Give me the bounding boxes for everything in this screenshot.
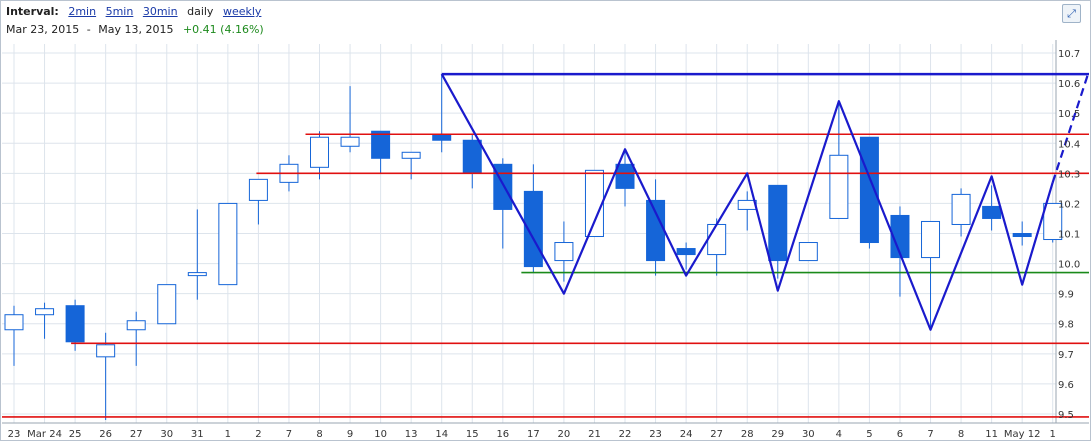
candle-body-20: [615, 163, 635, 189]
x-tick-label-8: 2: [255, 429, 261, 440]
y-tick-label-2: 9.7: [1058, 350, 1074, 361]
candle-body-11: [340, 136, 360, 147]
candle-body-1: [35, 308, 55, 316]
x-tick-label-20: 22: [619, 429, 632, 440]
x-tick-label-1: Mar 24: [27, 429, 62, 440]
x-tick-label-26: 30: [802, 429, 815, 440]
x-tick-label-22: 24: [680, 429, 693, 440]
x-tick-label-27: 4: [836, 429, 842, 440]
x-tick-label-19: 21: [588, 429, 601, 440]
y-tick-label-5: 10.0: [1058, 260, 1080, 271]
candle-body-10: [310, 136, 330, 168]
x-tick-label-30: 7: [927, 429, 933, 440]
candle-body-19: [584, 169, 604, 238]
x-tick-label-32: 11: [985, 429, 998, 440]
candle-body-4: [126, 320, 146, 331]
x-tick-label-25: 29: [771, 429, 784, 440]
x-tick-label-29: 6: [897, 429, 903, 440]
x-tick-label-5: 30: [160, 429, 173, 440]
y-tick-label-4: 9.9: [1058, 290, 1074, 301]
candle-body-7: [218, 202, 238, 286]
y-tick-label-12: 10.7: [1058, 49, 1080, 60]
x-tick-label-4: 27: [130, 429, 143, 440]
candle-body-22: [676, 248, 696, 256]
candle-body-5: [157, 284, 177, 325]
y-tick-label-0: 9.5: [1058, 410, 1074, 421]
candle-body-8: [248, 178, 268, 201]
y-tick-label-7: 10.2: [1058, 199, 1080, 210]
pattern-extension: [1051, 73, 1090, 183]
candle-body-26: [798, 242, 818, 262]
candle-body-32: [982, 205, 1002, 219]
x-tick-label-12: 10: [374, 429, 387, 440]
x-tick-label-11: 9: [347, 429, 353, 440]
x-tick-label-31: 8: [958, 429, 964, 440]
x-tick-label-16: 16: [496, 429, 509, 440]
candlestick-chart: 9.5 9.6 9.7 9.8 9.9 10.0 10.1 10.2 10.3 10.4 10.5 1…: [2, 40, 1090, 440]
candle-body-27: [829, 154, 849, 219]
y-tick-label-8: 10.3: [1058, 169, 1080, 180]
candle-body-2: [65, 305, 85, 343]
x-tick-label-18: 20: [558, 429, 571, 440]
candle-body-23: [707, 223, 727, 256]
x-tick-label-13: 13: [405, 429, 418, 440]
candle-body-0: [4, 314, 24, 331]
x-tick-label-10: 8: [316, 429, 322, 440]
x-tick-label-24: 28: [741, 429, 754, 440]
candle-body-31: [951, 193, 971, 225]
candle-body-21: [646, 199, 666, 262]
y-tick-label-6: 10.1: [1058, 230, 1080, 241]
y-tick-label-10: 10.5: [1058, 109, 1080, 120]
x-tick-label-17: 17: [527, 429, 540, 440]
candle-body-28: [859, 136, 879, 244]
x-tick-label-0: 23: [8, 429, 21, 440]
candle-body-14: [432, 133, 452, 141]
y-tick-label-9: 10.4: [1058, 139, 1080, 150]
y-tick-label-3: 9.8: [1058, 320, 1074, 331]
x-tick-label-23: 27: [710, 429, 723, 440]
x-tick-label-14: 14: [435, 429, 448, 440]
x-tick-label-34: 1: [1050, 429, 1056, 440]
candle-body-18: [554, 242, 574, 262]
candle-body-6: [187, 272, 207, 277]
y-tick-label-11: 10.6: [1058, 79, 1080, 90]
candle-body-25: [768, 184, 788, 262]
candle-body-15: [462, 139, 482, 174]
x-tick-label-28: 5: [866, 429, 872, 440]
candle-body-33: [1012, 233, 1032, 238]
x-tick-label-3: 26: [99, 429, 112, 440]
x-tick-label-2: 25: [69, 429, 82, 440]
x-tick-label-33: May 12: [1004, 429, 1041, 440]
x-tick-label-21: 23: [649, 429, 662, 440]
x-tick-label-6: 31: [191, 429, 204, 440]
x-tick-label-15: 15: [466, 429, 479, 440]
y-tick-label-1: 9.6: [1058, 380, 1074, 391]
candle-body-30: [921, 220, 941, 259]
x-tick-label-9: 7: [286, 429, 292, 440]
candle-body-13: [401, 151, 421, 159]
candle-body-3: [96, 344, 116, 358]
x-tick-label-7: 1: [225, 429, 231, 440]
candle-body-12: [371, 130, 391, 159]
